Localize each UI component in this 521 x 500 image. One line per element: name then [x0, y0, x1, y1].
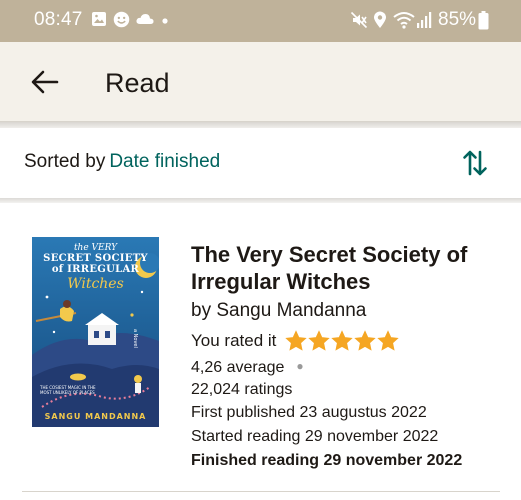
star-icon[interactable]: [331, 330, 354, 352]
ratings-count: 22,024 ratings: [191, 381, 293, 398]
page-title: Read: [105, 68, 170, 98]
wifi-icon: [393, 12, 415, 29]
book-info: The Very Secret Society of Irregular Wit…: [191, 241, 511, 470]
average-rating: 4,26 average: [191, 359, 285, 376]
separator-dot: ●: [296, 359, 304, 373]
user-rating: You rated it: [191, 328, 511, 354]
status-time: 08:47: [34, 9, 83, 30]
book-author[interactable]: by Sangu Mandanna: [191, 300, 511, 322]
cover-title: the VERY SECRET SOCIETY of IRREGULAR Wit…: [32, 243, 159, 292]
finished-reading: Finished reading 29 november 2022: [191, 452, 463, 469]
sort-label: Sorted by Date finished: [24, 151, 220, 173]
first-published: First published 23 augustus 2022: [191, 404, 427, 421]
sort-prefix: Sorted by: [24, 151, 106, 172]
star-icon[interactable]: [377, 330, 400, 352]
battery-icon: [478, 11, 489, 30]
signal-icon: [417, 12, 432, 28]
cover-title-line-3: of IRREGULAR: [51, 264, 140, 275]
gallery-icon: [92, 12, 106, 26]
row-divider: [22, 491, 500, 492]
book-cover[interactable]: the VERY SECRET SOCIETY of IRREGULAR Wit…: [32, 237, 159, 427]
average-rating-row: 4,26 average ●: [191, 359, 511, 377]
star-icon[interactable]: [354, 330, 377, 352]
started-reading: Started reading 29 november 2022: [191, 428, 439, 445]
mute-icon: [350, 11, 368, 29]
sort-arrows-icon[interactable]: [462, 148, 488, 178]
cover-tagline: THE COSIEST MAGIC IN THE MOST UNLIKELY O…: [40, 385, 96, 395]
cover-title-line-1: the VERY: [73, 243, 118, 253]
dot-icon: [162, 18, 168, 24]
arrow-back-icon[interactable]: [30, 68, 60, 96]
sort-bar: Sorted by Date finished: [0, 128, 521, 198]
star-icon[interactable]: [308, 330, 331, 352]
sort-value-link[interactable]: Date finished: [109, 151, 220, 172]
cloud-icon: [136, 14, 154, 24]
book-title[interactable]: The Very Secret Society of Irregular Wit…: [191, 241, 511, 295]
face-icon: [113, 11, 130, 28]
star-icon[interactable]: [285, 330, 308, 352]
rated-label: You rated it: [191, 331, 277, 350]
location-icon: [374, 11, 386, 28]
cover-title-line-4: Witches: [67, 276, 124, 292]
cover-author: SANGU MANDANNA: [44, 412, 147, 421]
status-bar: 08:47 85%: [0, 0, 521, 42]
book-list-item[interactable]: the VERY SECRET SOCIETY of IRREGULAR Wit…: [0, 203, 521, 500]
battery-percentage: 85%: [438, 9, 477, 30]
rating-stars[interactable]: [285, 330, 400, 352]
cover-title-line-2: SECRET SOCIETY: [43, 253, 148, 264]
cover-side-text: a Novel: [132, 329, 138, 348]
app-bar: Read: [0, 42, 521, 122]
